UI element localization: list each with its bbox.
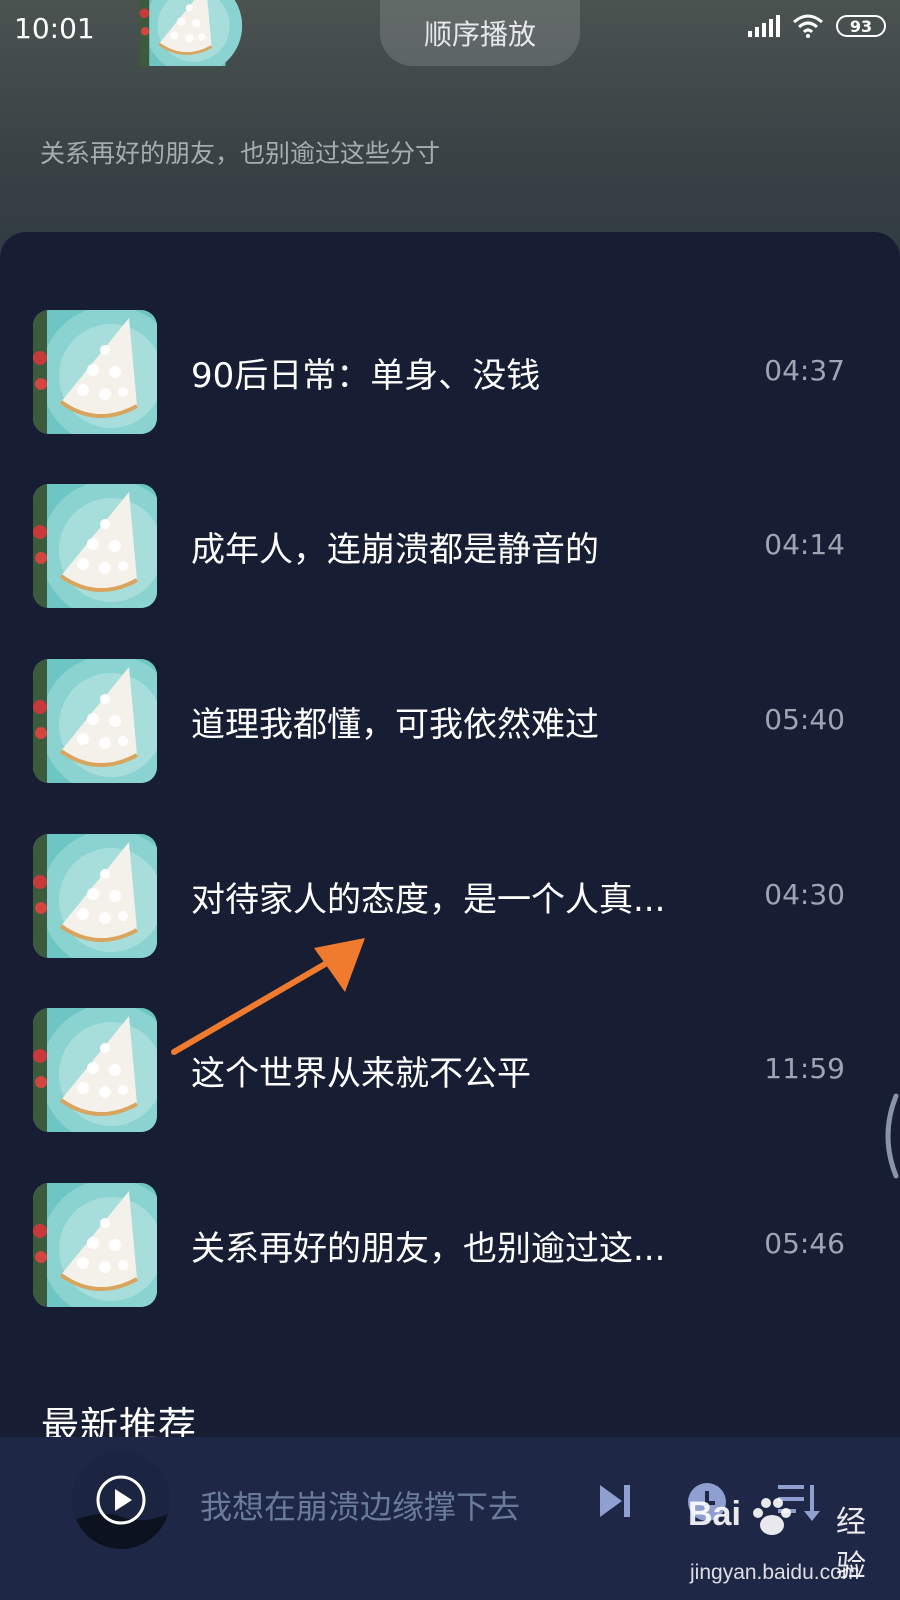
track-thumbnail [33, 1183, 157, 1307]
watermark: Bai 经验 jingyan.baidu.com [688, 1495, 888, 1595]
track-title: 成年人，连崩溃都是静音的 [191, 530, 599, 570]
track-duration: 05:40 [764, 703, 845, 736]
track-item[interactable]: 这个世界从来就不公平 11:59 [0, 1008, 900, 1132]
track-thumbnail [33, 484, 157, 608]
track-title: 90后日常：单身、没钱 [191, 356, 541, 396]
now-playing-title: 我想在崩溃边缘撑下去 [200, 1488, 521, 1526]
track-thumbnail [33, 659, 157, 783]
track-duration: 11:59 [764, 1052, 845, 1085]
next-track-icon[interactable] [596, 1481, 636, 1521]
track-item[interactable]: 道理我都懂，可我依然难过 05:40 [0, 659, 900, 783]
track-duration: 04:30 [764, 878, 845, 911]
track-title: 对待家人的态度，是一个人真... [191, 880, 666, 920]
track-duration: 05:46 [764, 1227, 845, 1260]
album-header: 10:01 顺序播放 93 关系再好的朋友，也别逾过这些分寸 [0, 0, 900, 260]
now-playing-cover[interactable] [72, 1451, 170, 1549]
watermark-brand: Bai [688, 1495, 741, 1533]
album-description: 关系再好的朋友，也别逾过这些分寸 [40, 139, 441, 168]
track-item[interactable]: 90后日常：单身、没钱 04:37 [0, 310, 900, 434]
signal-icon [748, 15, 780, 37]
track-duration: 04:37 [764, 354, 845, 387]
track-list-panel: 90后日常：单身、没钱 04:37 成年人，连崩溃都是静音的 04:14 道理我… [0, 232, 900, 1432]
track-title: 道理我都懂，可我依然难过 [191, 705, 599, 745]
wifi-icon [793, 14, 823, 38]
track-duration: 04:14 [764, 528, 845, 561]
track-thumbnail [33, 1008, 157, 1132]
paw-icon [753, 1498, 791, 1535]
track-item[interactable]: 关系再好的朋友，也别逾过这... 05:46 [0, 1183, 900, 1307]
track-title: 关系再好的朋友，也别逾过这... [191, 1229, 666, 1269]
track-thumbnail [33, 834, 157, 958]
status-icons: 93 [748, 14, 886, 38]
track-item[interactable]: 对待家人的态度，是一个人真... 04:30 [0, 834, 900, 958]
track-thumbnail [33, 310, 157, 434]
track-item[interactable]: 成年人，连崩溃都是静音的 04:14 [0, 484, 900, 608]
side-drawer-handle[interactable] [876, 1092, 900, 1180]
status-time: 10:01 [14, 12, 95, 45]
battery-indicator: 93 [836, 15, 886, 37]
play-mode-button[interactable]: 顺序播放 [380, 0, 580, 66]
arrow-annotation [171, 938, 365, 1055]
watermark-url: jingyan.baidu.com [690, 1561, 860, 1584]
